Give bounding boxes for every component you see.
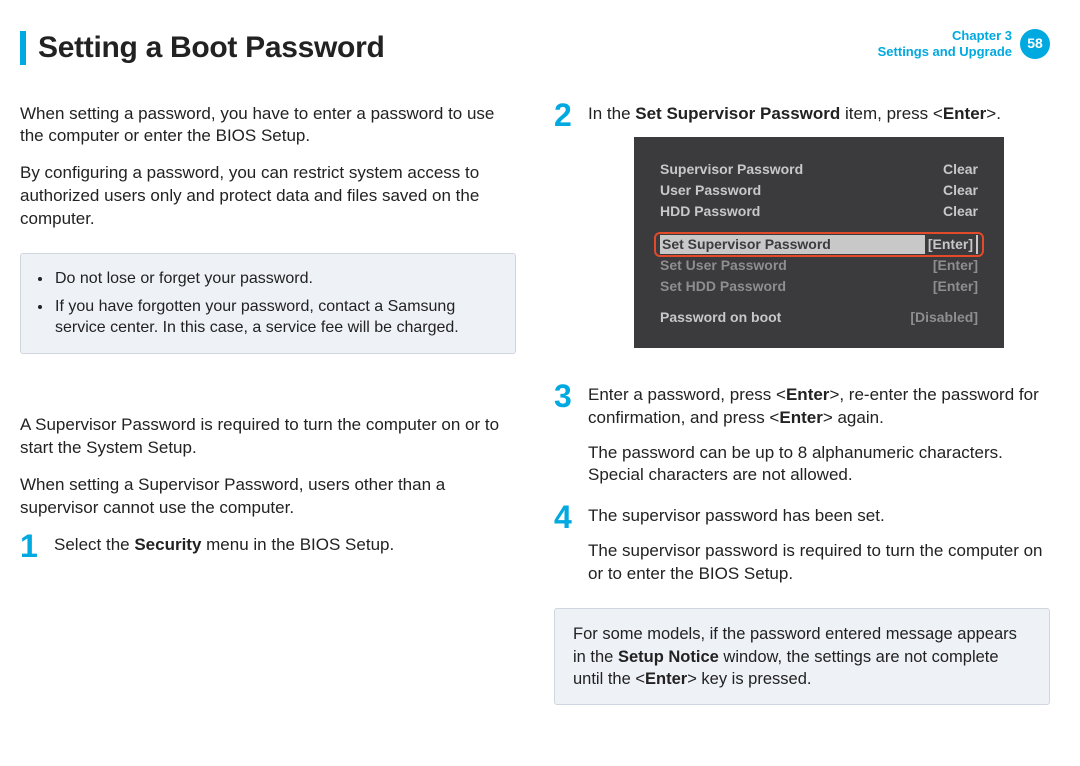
bios-row: Supervisor PasswordClear — [660, 159, 978, 180]
title-block: Setting a Boot Password — [20, 28, 384, 69]
notice-box: For some models, if the password entered… — [554, 608, 1050, 705]
chapter-text: Chapter 3 Settings and Upgrade — [878, 28, 1012, 59]
page-number-badge: 58 — [1020, 29, 1050, 59]
bios-screenshot: Supervisor PasswordClear User PasswordCl… — [634, 137, 1004, 347]
chapter-block: Chapter 3 Settings and Upgrade 58 — [878, 28, 1050, 59]
step-4-text-1: The supervisor password has been set. — [588, 505, 1050, 528]
step-3-text-2: The password can be up to 8 alphanumeric… — [588, 442, 1050, 488]
step-3-text-1: Enter a password, press <Enter>, re-ente… — [588, 384, 1050, 430]
supervisor-note-2: When setting a Supervisor Password, user… — [20, 474, 516, 520]
step-number-2: 2 — [554, 99, 578, 366]
page-title: Setting a Boot Password — [38, 28, 384, 69]
step-number-4: 4 — [554, 501, 578, 586]
step-3: 3 Enter a password, press <Enter>, re-en… — [554, 384, 1050, 488]
step-4-text-2: The supervisor password is required to t… — [588, 540, 1050, 586]
bios-row: HDD PasswordClear — [660, 201, 978, 222]
supervisor-note-1: A Supervisor Password is required to tur… — [20, 414, 516, 460]
bios-row: User PasswordClear — [660, 180, 978, 201]
page-header: Setting a Boot Password Chapter 3 Settin… — [20, 28, 1050, 69]
caution-box: Do not lose or forget your password. If … — [20, 253, 516, 354]
title-accent-bar — [20, 31, 26, 65]
step-4: 4 The supervisor password has been set. … — [554, 505, 1050, 586]
bios-row: Password on boot[Disabled] — [660, 307, 978, 328]
bios-row: Set HDD Password[Enter] — [660, 276, 978, 297]
caution-item-1: Do not lose or forget your password. — [53, 268, 497, 290]
left-column: When setting a password, you have to ent… — [20, 103, 516, 706]
right-column: 2 In the Set Supervisor Password item, p… — [554, 103, 1050, 706]
step-number-3: 3 — [554, 380, 578, 488]
chapter-line1: Chapter 3 — [878, 28, 1012, 44]
bios-selected-row: Set Supervisor Password[Enter] — [654, 232, 984, 257]
step-1: 1 Select the Security menu in the BIOS S… — [20, 534, 516, 562]
step-1-text: Select the Security menu in the BIOS Set… — [54, 534, 516, 557]
intro-paragraph-1: When setting a password, you have to ent… — [20, 103, 516, 149]
chapter-line2: Settings and Upgrade — [878, 44, 1012, 60]
step-number-1: 1 — [20, 530, 44, 562]
step-2: 2 In the Set Supervisor Password item, p… — [554, 103, 1050, 366]
intro-paragraph-2: By configuring a password, you can restr… — [20, 162, 516, 231]
bios-row: Set User Password[Enter] — [660, 255, 978, 276]
step-2-text: In the Set Supervisor Password item, pre… — [588, 103, 1050, 126]
caution-item-2: If you have forgotten your password, con… — [53, 296, 497, 339]
